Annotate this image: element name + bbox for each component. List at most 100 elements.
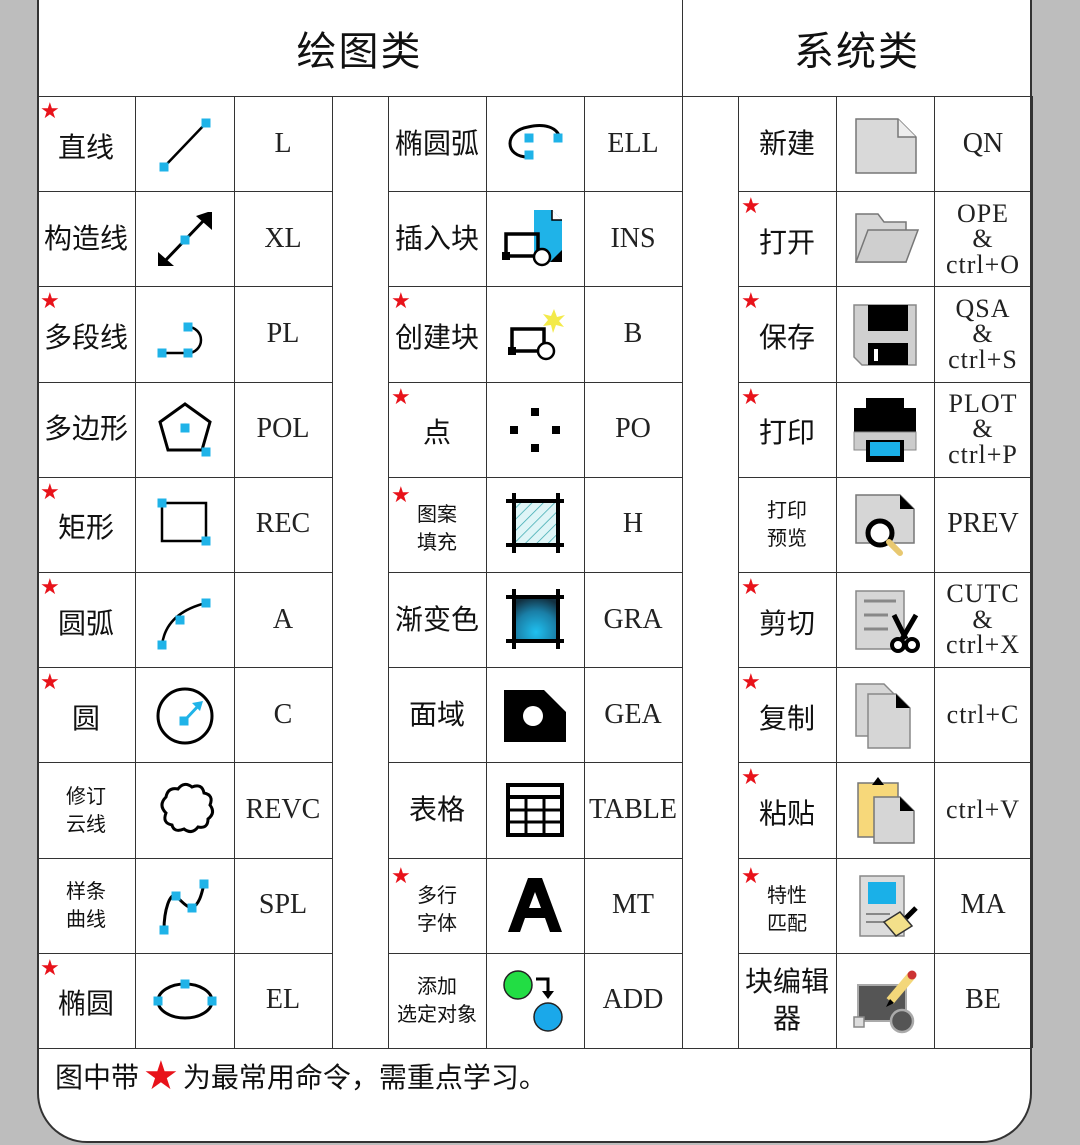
printer-icon [836, 382, 934, 477]
match-properties-icon [836, 858, 934, 953]
shortcut-cell: CUTC & ctrl+X [934, 572, 1032, 667]
command-name: 插入块 [394, 221, 479, 255]
shortcut-cell: SPL [234, 858, 332, 953]
frequent-star-icon: ★ [40, 99, 60, 124]
command-name-cell: 块编辑器 [738, 953, 836, 1048]
shortcut-cell: PREV [934, 477, 1032, 572]
shortcut-command: REVC [245, 793, 321, 825]
open-folder-icon [836, 191, 934, 286]
shortcut-command: C [273, 698, 293, 730]
shortcut-cell: GRA [584, 572, 682, 667]
table-bottom-border [37, 1048, 1032, 1049]
column-divider [1032, 96, 1033, 1048]
shortcut-command: GEA [604, 698, 662, 730]
command-name: 矩形 [57, 511, 114, 545]
command-name: 复制 [758, 701, 815, 735]
rectangle-icon [135, 477, 234, 572]
frequent-star-icon: ★ [741, 765, 761, 791]
shortcut-command: REC [255, 508, 311, 540]
command-name-cell: 渐变色 [388, 572, 486, 667]
command-name: 圆弧 [57, 606, 114, 640]
shortcut-command: GRA [603, 603, 663, 635]
command-name-cell: 修订 云线 [37, 762, 135, 857]
shortcut-cell: EL [234, 953, 332, 1048]
command-name: 多边形 [43, 412, 128, 446]
shortcut-command: A [272, 603, 294, 635]
table-icon [486, 762, 584, 857]
shortcut-cell: QSA & ctrl+S [934, 286, 1032, 381]
command-name-cell: 多段线 ★ [37, 286, 135, 381]
command-name-cell: 直线 ★ [37, 96, 135, 191]
shortcut-command: ctrl+C [946, 700, 1020, 730]
command-name-cell: 新建 [738, 96, 836, 191]
create-block-icon [486, 286, 584, 381]
command-name-cell: 图案 填充 ★ [388, 477, 486, 572]
shortcut-command: POL [256, 413, 310, 445]
command-name: 打印 预览 [767, 498, 807, 551]
shortcut-command: QSA & ctrl+S [948, 293, 1018, 374]
save-floppy-icon [836, 286, 934, 381]
polyline-icon [135, 286, 234, 381]
arc-icon [135, 572, 234, 667]
frequent-star-icon: ★ [391, 384, 411, 410]
command-name: 打印 [758, 416, 815, 450]
command-name: 粘贴 [758, 797, 815, 831]
shortcut-cell: ctrl+C [934, 667, 1032, 762]
shortcut-command: TABLE [589, 793, 677, 825]
legend-star-icon: ★ [143, 1053, 179, 1099]
gradient-icon [486, 572, 584, 667]
insert-block-icon [486, 191, 584, 286]
frequent-star-icon: ★ [741, 384, 761, 410]
shortcut-command: ctrl+V [945, 795, 1021, 825]
shortcut-cell: QN [934, 96, 1032, 191]
shortcut-cell: PLOT & ctrl+P [934, 382, 1032, 477]
shortcut-cell: PL [234, 286, 332, 381]
legend-suffix: 为最常用命令，需重点学习。 [182, 1061, 547, 1094]
command-name-cell: 保存 ★ [738, 286, 836, 381]
command-name: 块编辑器 [744, 964, 829, 1036]
shortcut-command: PLOT & ctrl+P [948, 388, 1018, 469]
print-preview-icon [836, 477, 934, 572]
cut-scissors-icon [836, 572, 934, 667]
command-name: 多段线 [43, 321, 128, 355]
shortcut-command: OPE & ctrl+O [945, 198, 1021, 279]
frequent-star-icon: ★ [40, 955, 60, 981]
command-name-cell: 粘贴 ★ [738, 762, 836, 857]
legend-note: 图中带 ★ 为最常用命令，需重点学习。 [55, 1050, 547, 1102]
spline-icon [135, 858, 234, 953]
shortcut-cell: ctrl+V [934, 762, 1032, 857]
command-name: 椭圆 [57, 987, 114, 1021]
shortcut-cell: A [234, 572, 332, 667]
command-name-cell: 椭圆弧 [388, 96, 486, 191]
command-name: 直线 [57, 130, 114, 164]
command-name: 构造线 [43, 221, 128, 255]
line-icon [135, 96, 234, 191]
command-name: 图案 填充 [417, 502, 457, 555]
command-name-cell: 打印 预览 [738, 477, 836, 572]
legend-prefix: 图中带 [55, 1061, 140, 1094]
command-name: 创建块 [394, 321, 479, 355]
shortcut-cell: H [584, 477, 682, 572]
frequent-star-icon: ★ [40, 670, 60, 696]
shortcut-cell: MT [584, 858, 682, 953]
frequent-star-icon: ★ [391, 482, 411, 508]
command-name-cell: 样条 曲线 [37, 858, 135, 953]
shortcut-cell: B [584, 286, 682, 381]
shortcut-cell: REVC [234, 762, 332, 857]
shortcut-cell: XL [234, 191, 332, 286]
hatch-icon [486, 477, 584, 572]
shortcut-command: PO [615, 413, 651, 445]
shortcut-command: MA [960, 889, 1006, 921]
command-name-cell: 打开 ★ [738, 191, 836, 286]
shortcut-command: PL [266, 317, 300, 349]
command-name: 多行 字体 [417, 883, 457, 936]
shortcut-cell: OPE & ctrl+O [934, 191, 1032, 286]
command-name: 圆 [71, 701, 100, 735]
frequent-star-icon: ★ [40, 575, 60, 600]
shortcut-command: H [622, 508, 644, 540]
shortcut-command: INS [610, 222, 656, 254]
command-name-cell: 插入块 [388, 191, 486, 286]
shortcut-cell: POL [234, 382, 332, 477]
command-name-cell: 剪切 ★ [738, 572, 836, 667]
shortcut-command: L [274, 127, 292, 159]
